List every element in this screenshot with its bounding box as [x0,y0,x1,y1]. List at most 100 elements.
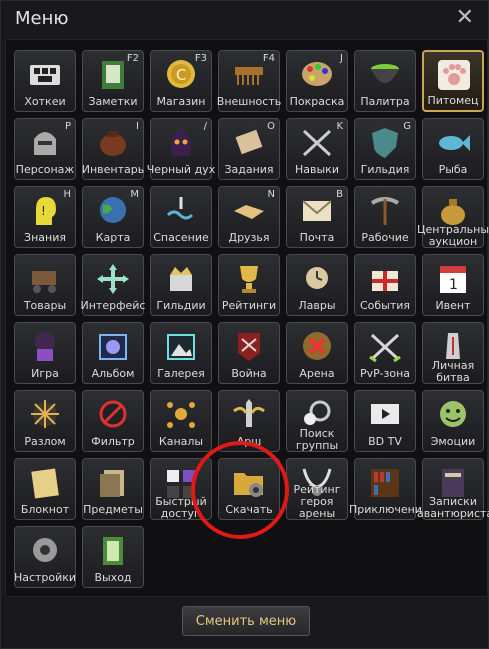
menu-item-label: Блокнот [20,503,70,516]
menu-item-label: Друзья [228,231,270,244]
menu-item-label: Спасение [153,231,209,244]
menu-item-41[interactable]: BD TV [354,390,416,452]
hotkey-label: N [267,189,275,200]
menu-item-8[interactable]: P Персонаж [14,118,76,180]
menu-item-47[interactable]: Рейтинг героя арены [286,458,348,520]
menu-item-1[interactable]: Хоткеи [14,50,76,112]
menu-item-6[interactable]: Палитра [354,50,416,112]
menu-item-label: Рейтинги [221,299,277,312]
menu-item-32[interactable]: Война [218,322,280,384]
menu-item-label: Записки авантюриста [417,495,489,520]
menu-item-17[interactable]: Спасение [150,186,212,248]
switch-menu-button[interactable]: Сменить меню [182,606,310,636]
menu-item-13[interactable]: G Гильдия [354,118,416,180]
menu-item-18[interactable]: N Друзья [218,186,280,248]
menu-item-12[interactable]: K Навыки [286,118,348,180]
spirit-icon [162,125,200,159]
menu-item-44[interactable]: Предметы [82,458,144,520]
menu-item-24[interactable]: Гильдии [150,254,212,316]
menu-item-28[interactable]: 1 Ивент [422,254,484,316]
menu-item-21[interactable]: Центральный аукцион [417,186,489,248]
move-arrows-icon [94,261,132,295]
menu-item-51[interactable]: Выход [82,526,144,588]
menu-item-50[interactable]: Настройки [14,526,76,588]
menu-item-7[interactable]: Питомец [422,50,484,112]
menu-item-26[interactable]: Лавры [286,254,348,316]
menu-window: Меню ✕ Хоткеи F2 Заметки C F3 Магазин F4 Внешно… [0,0,489,649]
menu-item-label: Хоткеи [24,95,66,108]
menu-item-23[interactable]: Интерфейс [81,254,145,316]
gift-icon [366,261,404,295]
duel-icon [434,329,472,363]
svg-text:!: ! [41,204,46,218]
menu-item-label: Предметы [83,503,143,516]
menu-item-3[interactable]: C F3 Магазин [150,50,212,112]
menu-item-label: Рейтинг героя арены [293,483,341,520]
menu-item-9[interactable]: I Инвентарь [82,118,144,180]
magnifier-people-icon [298,397,336,431]
menu-item-40[interactable]: Поиск группы [286,390,348,452]
menu-item-27[interactable]: События [354,254,416,316]
money-bag-icon [434,193,472,227]
menu-item-label: Карта [95,231,131,244]
menu-item-label: События [359,299,411,312]
menu-item-37[interactable]: Фильтр [82,390,144,452]
smile-icon [434,397,472,431]
chat-block-icon [94,397,132,431]
menu-item-25[interactable]: Рейтинги [218,254,280,316]
arena-shield-icon [298,329,336,363]
menu-item-label: Гильдии [156,299,206,312]
menu-item-22[interactable]: Товары [14,254,76,316]
window-title: Меню [15,8,69,29]
menu-item-29[interactable]: Игра [14,322,76,384]
menu-item-4[interactable]: F4 Внешность [217,50,281,112]
quick-slots-icon [162,465,200,499]
war-banner-icon [230,329,268,363]
menu-item-19[interactable]: B Почта [286,186,348,248]
picture-icon [162,329,200,363]
menu-item-42[interactable]: Эмоции [422,390,484,452]
hotkey-label: P [64,121,71,132]
menu-item-label: Альбом [91,367,135,380]
menu-item-label: Поиск группы [295,427,339,452]
menu-item-43[interactable]: Блокнот [14,458,76,520]
menu-item-48[interactable]: Приключения [349,458,429,520]
menu-item-31[interactable]: Галерея [150,322,212,384]
menu-item-label: Центральный аукцион [417,223,489,248]
menu-item-11[interactable]: O Задания [218,118,280,180]
fish-icon [434,125,472,159]
gear-icon [26,533,64,567]
dice-monster-icon [26,329,64,363]
menu-item-45[interactable]: Быстрый доступ [150,458,212,520]
menu-item-39[interactable]: Арш [218,390,280,452]
menu-item-label: Инвентарь [81,163,145,176]
close-icon[interactable]: ✕ [456,5,474,30]
menu-item-15[interactable]: ! H Знания [14,186,76,248]
menu-item-49[interactable]: Записки авантюриста [417,458,489,520]
menu-item-20[interactable]: Рабочие [354,186,416,248]
notepad-icon [26,465,64,499]
menu-item-label: Настройки [13,571,77,584]
tv-icon [366,397,404,431]
menu-item-16[interactable]: M Карта [82,186,144,248]
menu-item-33[interactable]: Арена [286,322,348,384]
menu-item-label: Питомец [427,94,479,107]
menu-item-10[interactable]: / Черный дух [147,118,215,180]
menu-item-label: Внешность [216,95,282,108]
palette-icon [298,57,336,91]
menu-item-35[interactable]: Личная битва [422,322,484,384]
menu-item-label: Разлом [24,435,66,448]
menu-item-14[interactable]: Рыба [422,118,484,180]
menu-item-5[interactable]: J Покраска [286,50,348,112]
menu-item-34[interactable]: PvP-зона [354,322,416,384]
hotkey-label: G [403,121,411,132]
menu-item-46[interactable]: Скачать [218,458,280,520]
menu-item-label: Рабочие [361,231,409,244]
menu-item-36[interactable]: Разлом [14,390,76,452]
menu-item-label: Арш [236,435,262,448]
menu-item-38[interactable]: Каналы [150,390,212,452]
menu-item-label: Гильдия [360,163,410,176]
menu-item-2[interactable]: F2 Заметки [82,50,144,112]
menu-item-label: Война [231,367,267,380]
menu-item-30[interactable]: Альбом [82,322,144,384]
